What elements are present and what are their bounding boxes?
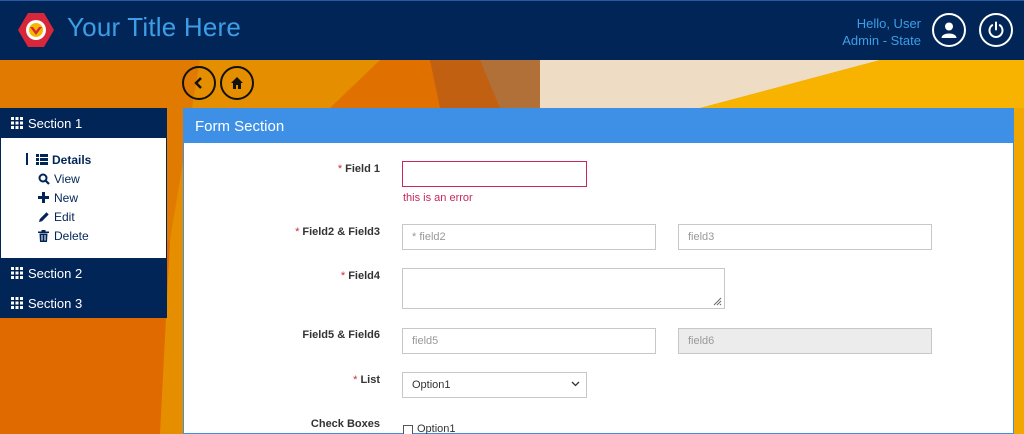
home-icon (231, 77, 243, 89)
user-profile-button[interactable] (932, 13, 966, 47)
sidebar-item-label: View (54, 171, 80, 186)
field3-input[interactable]: field3 (678, 224, 932, 250)
field2-placeholder: * field2 (412, 231, 446, 243)
grid-icon (11, 117, 23, 129)
sidebar-item-label: New (54, 190, 79, 205)
field5-input[interactable]: field5 (402, 328, 656, 354)
logo-icon (18, 13, 54, 47)
required-marker: * (340, 270, 346, 282)
field56-label-text: Field5 & Field6 (302, 329, 380, 341)
sidebar-section-1-menu: Details View New Edit Delete (0, 138, 167, 258)
sidebar-item-delete[interactable]: Delete (27, 226, 166, 245)
list-select[interactable]: Option1 (402, 372, 587, 398)
field5-placeholder: field5 (412, 335, 439, 347)
top-bar: Your Title Here Hello, User Admin - Stat… (0, 0, 1024, 60)
chevron-left-icon (194, 77, 202, 89)
sidebar-item-new[interactable]: New (27, 188, 166, 207)
grid-icon (11, 297, 23, 309)
checkboxes-label-text: Check Boxes (310, 418, 380, 430)
field2-input[interactable]: * field2 (402, 224, 656, 250)
role-text: Admin - State (842, 33, 921, 48)
required-marker: * (353, 374, 358, 386)
field6-input: field6 (678, 328, 932, 354)
sidebar-section-label: Section 2 (28, 265, 83, 281)
sidebar: Section 1 Details View New Edit Delete S… (0, 108, 167, 318)
sidebar-collapsed-sections: Section 2 Section 3 (0, 258, 167, 318)
sidebar-section-1[interactable]: Section 1 (0, 108, 167, 138)
sidebar-item-edit[interactable]: Edit (27, 207, 166, 226)
field3-placeholder: field3 (688, 231, 715, 243)
plus-icon (37, 192, 50, 203)
power-icon (988, 21, 1004, 38)
pencil-icon (37, 211, 50, 223)
home-button[interactable] (220, 66, 254, 100)
chevron-down-icon (571, 381, 580, 387)
sidebar-item-details[interactable]: Details (26, 150, 166, 169)
sidebar-item-label: Edit (54, 209, 75, 224)
resize-grip-icon[interactable] (713, 297, 722, 306)
list-label-text: List (360, 374, 380, 386)
field6-placeholder: field6 (688, 335, 715, 347)
field1-label-text: Field 1 (345, 163, 380, 175)
field1-input[interactable] (402, 161, 587, 187)
checkboxes-label: Check Boxes (184, 418, 380, 430)
user-icon (941, 22, 957, 38)
greeting-text: Hello, User (856, 16, 921, 31)
field1-label: * Field 1 (184, 163, 380, 175)
sidebar-item-view[interactable]: View (27, 169, 166, 188)
field56-label: Field5 & Field6 (184, 329, 380, 341)
field4-textarea[interactable] (402, 268, 725, 309)
user-info: Hello, User Admin - State (842, 15, 921, 49)
field23-label-text: Field2 & Field3 (302, 226, 380, 238)
required-marker: * (337, 163, 343, 175)
required-marker: * (295, 226, 300, 238)
sidebar-section-label: Section 3 (28, 295, 83, 311)
list-label: * List (184, 374, 380, 386)
field4-label: * Field4 (184, 270, 380, 282)
list-selected-value: Option1 (412, 379, 451, 391)
logout-button[interactable] (979, 13, 1013, 47)
field23-label: * Field2 & Field3 (184, 226, 380, 238)
search-icon (37, 173, 50, 185)
form-panel: Form Section * Field 1 this is an error *… (183, 108, 1014, 434)
sidebar-section-2[interactable]: Section 2 (0, 258, 167, 288)
sidebar-section-3[interactable]: Section 3 (0, 288, 167, 318)
list-icon (35, 154, 48, 165)
option1-checkbox[interactable] (403, 425, 413, 434)
app-title: Your Title Here (67, 12, 242, 42)
back-button[interactable] (182, 66, 216, 100)
option1-label: Option1 (417, 423, 456, 434)
field1-error: this is an error (403, 192, 473, 204)
sidebar-item-label: Details (52, 152, 92, 167)
sidebar-section-label: Section 1 (28, 115, 83, 131)
form-title: Form Section (184, 109, 1013, 143)
trash-icon (37, 229, 50, 242)
sidebar-item-label: Delete (54, 228, 89, 243)
field4-label-text: Field4 (348, 270, 380, 282)
grid-icon (11, 267, 23, 279)
